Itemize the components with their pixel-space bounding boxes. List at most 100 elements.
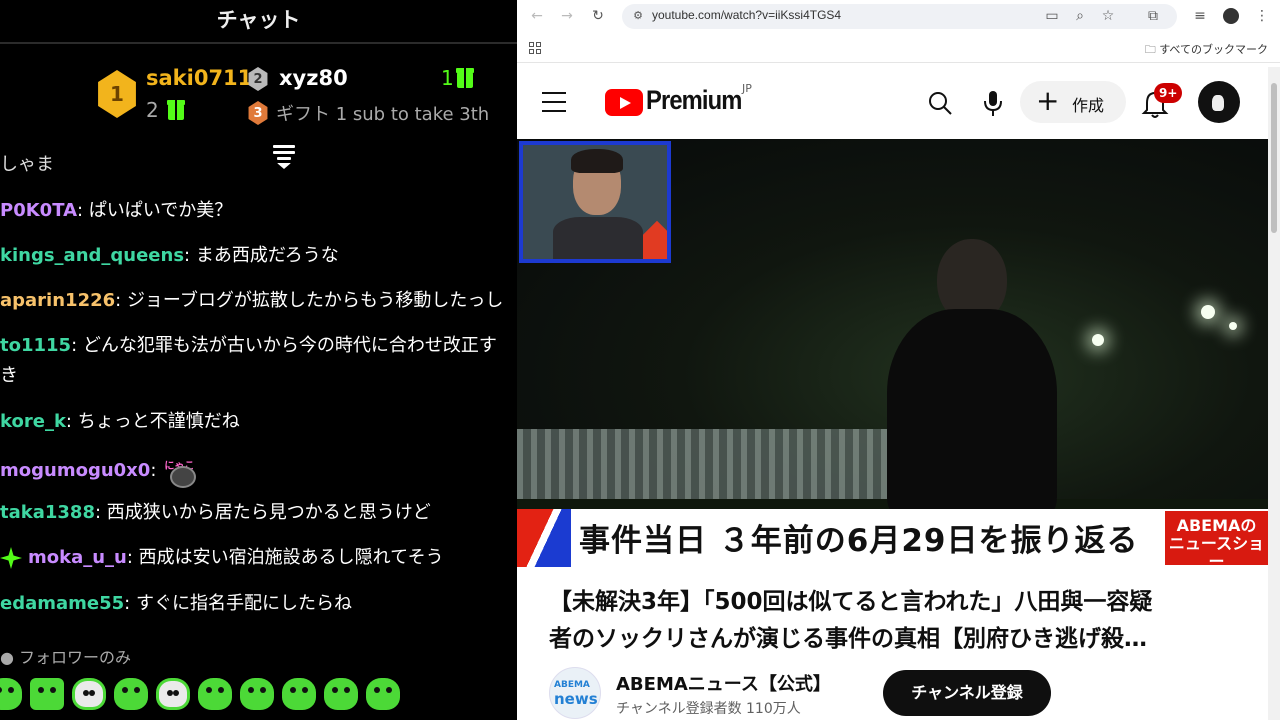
emote-icon[interactable] bbox=[198, 678, 232, 710]
chat-username[interactable]: aparin1226 bbox=[0, 290, 115, 311]
chat-message: aparin1226: ジョーブログが拡散したからもう移動したっし bbox=[0, 290, 504, 311]
chat-text: ジョーブログが拡散したからもう移動したっし bbox=[126, 290, 504, 311]
notification-count-badge: 9+ bbox=[1154, 83, 1183, 103]
chat-text: どんな犯罪も法が古いから今の時代に合わせ改正す bbox=[82, 335, 497, 356]
hamburger-menu-icon[interactable] bbox=[542, 92, 566, 112]
emote-icon[interactable] bbox=[72, 678, 106, 710]
chat-text: 西成狭いから居たら見つかると思うけど bbox=[106, 502, 431, 523]
rank-3-badge-icon: 3 bbox=[248, 101, 268, 125]
bookmarks-label: すべてのブックマーク bbox=[1159, 43, 1268, 56]
gift-icon bbox=[167, 100, 185, 120]
video-caption-text: 事件当日 ３年前の6月29日を振り返る bbox=[579, 523, 1139, 559]
chat-message: kings_and_queens: まあ西成だろうな bbox=[0, 245, 339, 266]
account-avatar[interactable] bbox=[1198, 81, 1240, 123]
search-icon[interactable] bbox=[928, 91, 952, 115]
forward-icon[interactable]: → bbox=[559, 8, 575, 24]
emote-icon[interactable] bbox=[240, 678, 274, 710]
chat-message-continuation: き bbox=[0, 361, 18, 391]
reload-icon[interactable]: ↻ bbox=[590, 8, 606, 24]
back-icon[interactable]: ← bbox=[529, 8, 545, 24]
emote-icon[interactable] bbox=[0, 678, 22, 710]
chat-username[interactable]: moka_u_u bbox=[28, 547, 127, 568]
chat-message: to1115: どんな犯罪も法が古いから今の時代に合わせ改正す bbox=[0, 335, 497, 356]
video-caption-bar: 事件当日 ３年前の6月29日を振り返る ABEMAの ニュースショー bbox=[517, 509, 1268, 567]
chat-text: 西成は安い宿泊施設あるし隠れてそう bbox=[138, 547, 444, 568]
address-bar[interactable]: ⚙ youtube.com/watch?v=iiKssi4TGS4 ▭ ⌕ ☆ bbox=[622, 4, 1177, 29]
channel-logo-line1: ABEMA bbox=[554, 680, 590, 690]
scrollbar-thumb[interactable] bbox=[1271, 83, 1277, 233]
caption-stripe bbox=[517, 509, 571, 567]
rank-1-badge-icon: 1 bbox=[98, 70, 136, 118]
nyako-emote-icon: にゃこ bbox=[164, 452, 198, 490]
chat-text: すぐに指名手配にしたらね bbox=[135, 593, 352, 614]
region-code: JP bbox=[742, 82, 752, 95]
install-icon[interactable]: ▭ bbox=[1044, 8, 1060, 24]
leaderboard-second-name[interactable]: xyz80 bbox=[279, 66, 348, 90]
chat-username[interactable]: kore_k bbox=[0, 411, 66, 432]
chat-message-cut: しゃま bbox=[0, 154, 54, 175]
video-player[interactable]: 事件当日 ３年前の6月29日を振り返る ABEMAの ニュースショー bbox=[517, 139, 1268, 567]
channel-name[interactable]: ABEMAニュース【公式】 bbox=[616, 670, 831, 696]
chat-text: まあ西成だろうな bbox=[195, 245, 339, 266]
browser-window: ← → ↻ ⚙ youtube.com/watch?v=iiKssi4TGS4 … bbox=[517, 0, 1280, 720]
bookmarks-bar: 🗀 すべてのブックマーク bbox=[517, 33, 1280, 63]
chat-username[interactable]: edamame55 bbox=[0, 593, 124, 614]
caption-logo-line1: ABEMAの bbox=[1176, 516, 1257, 535]
chat-messages: しゃま P0K0TA: ぱいぱいでか美？ kings_and_queens: ま… bbox=[0, 150, 517, 635]
video-title-line-2: 者のソックリさんが演じる事件の真相【別府ひき逃げ殺… bbox=[549, 626, 1147, 652]
emote-bar bbox=[0, 678, 517, 714]
chat-message: mogumogu0x0:にゃこ bbox=[0, 452, 198, 490]
chat-text: き bbox=[0, 365, 18, 386]
media-icon[interactable]: ≡ bbox=[1192, 8, 1208, 24]
sparkle-badge-icon bbox=[0, 547, 22, 569]
video-person bbox=[887, 239, 1057, 519]
youtube-header: Premium JP + 作成 9+ bbox=[517, 67, 1268, 139]
profile-icon[interactable] bbox=[1223, 8, 1239, 24]
emote-icon[interactable] bbox=[324, 678, 358, 710]
emote-icon[interactable] bbox=[282, 678, 316, 710]
leaderboard-second-count: 1 bbox=[441, 66, 454, 90]
chat-username[interactable]: kings_and_queens bbox=[0, 245, 184, 266]
all-bookmarks[interactable]: 🗀 すべてのブックマーク bbox=[1145, 41, 1268, 60]
plus-icon: + bbox=[1036, 84, 1060, 117]
chat-username[interactable]: mogumogu0x0 bbox=[0, 460, 150, 481]
subscribe-button[interactable]: チャンネル登録 bbox=[883, 670, 1051, 716]
emote-icon[interactable] bbox=[366, 678, 400, 710]
youtube-logo-icon[interactable] bbox=[605, 89, 643, 116]
leaderboard-first-count: 2 bbox=[146, 98, 159, 122]
chat-text: ちょっと不謹慎だね bbox=[77, 411, 240, 432]
chat-message: kore_k: ちょっと不謹慎だね bbox=[0, 411, 240, 432]
apps-grid-icon[interactable] bbox=[529, 42, 541, 54]
site-settings-icon[interactable]: ⚙ bbox=[630, 8, 646, 24]
video-title-line-1: 【未解決3年】「500回は似てると言われた」八田與一容疑 bbox=[549, 589, 1153, 615]
street-light bbox=[1092, 334, 1104, 346]
followers-only-label: フォロワーのみ bbox=[19, 648, 132, 667]
chat-username[interactable]: P0K0TA bbox=[0, 200, 77, 221]
create-label: 作成 bbox=[1072, 96, 1105, 115]
channel-avatar[interactable]: ABEMA news/ bbox=[549, 667, 601, 719]
channel-logo-line2: news/ bbox=[554, 690, 601, 708]
star-icon[interactable]: ☆ bbox=[1100, 8, 1116, 24]
extensions-icon[interactable]: ⧉ bbox=[1145, 8, 1161, 24]
url-text[interactable]: youtube.com/watch?v=iiKssi4TGS4 bbox=[652, 8, 841, 22]
chat-username[interactable]: taka1388 bbox=[0, 502, 95, 523]
subscriber-count: チャンネル登録者数 110万人 bbox=[616, 701, 801, 717]
street-light bbox=[1201, 305, 1215, 319]
microphone-icon[interactable] bbox=[983, 89, 1003, 117]
page-scrollbar[interactable] bbox=[1268, 67, 1280, 720]
chat-username[interactable]: to1115 bbox=[0, 335, 71, 356]
emote-icon[interactable] bbox=[156, 678, 190, 710]
chat-text: ぱいぱいでか美？ bbox=[88, 200, 233, 221]
video-title: 【未解決3年】「500回は似てると言われた」八田與一容疑 者のソックリさんが演じ… bbox=[549, 584, 1229, 658]
chat-message: moka_u_u: 西成は安い宿泊施設あるし隠れてそう bbox=[0, 543, 444, 573]
youtube-premium-logo[interactable]: Premium bbox=[646, 85, 742, 116]
leaderboard-first-name[interactable]: saki0711 bbox=[146, 66, 252, 90]
chat-message: edamame55: すぐに指名手配にしたらね bbox=[0, 593, 352, 614]
leaderboard-third-prompt: ギフト 1 sub to take 3th bbox=[276, 100, 489, 126]
emote-icon[interactable] bbox=[30, 678, 64, 710]
emote-icon[interactable] bbox=[114, 678, 148, 710]
chat-header: チャット bbox=[0, 0, 517, 44]
zoom-icon[interactable]: ⌕ bbox=[1072, 8, 1088, 24]
menu-dots-icon[interactable]: ⋮ bbox=[1254, 8, 1270, 24]
create-button[interactable]: + 作成 bbox=[1020, 81, 1126, 123]
